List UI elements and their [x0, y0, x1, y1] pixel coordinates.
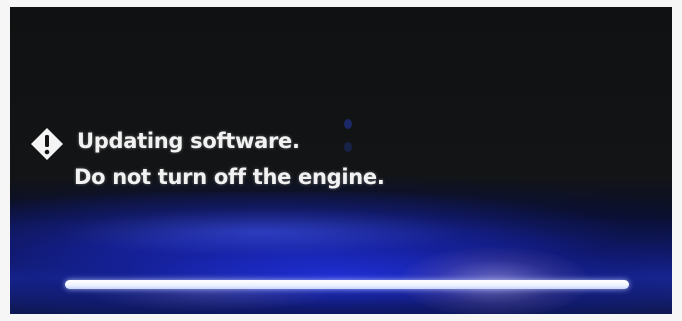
message-line-2: Do not turn off the engine.: [74, 165, 385, 189]
screen-reflection: [80, 272, 340, 312]
warning-diamond-icon: [31, 128, 63, 160]
progress-bar-fill: [65, 280, 629, 289]
infotainment-screen: Updating software. Do not turn off the e…: [10, 7, 672, 314]
progress-bar: [65, 280, 629, 289]
message-line-1: Updating software.: [77, 129, 300, 153]
background-artifact: [344, 142, 352, 152]
display-bezel: Updating software. Do not turn off the e…: [0, 0, 682, 321]
background-glow: [10, 192, 672, 272]
background-artifact: [344, 119, 352, 129]
